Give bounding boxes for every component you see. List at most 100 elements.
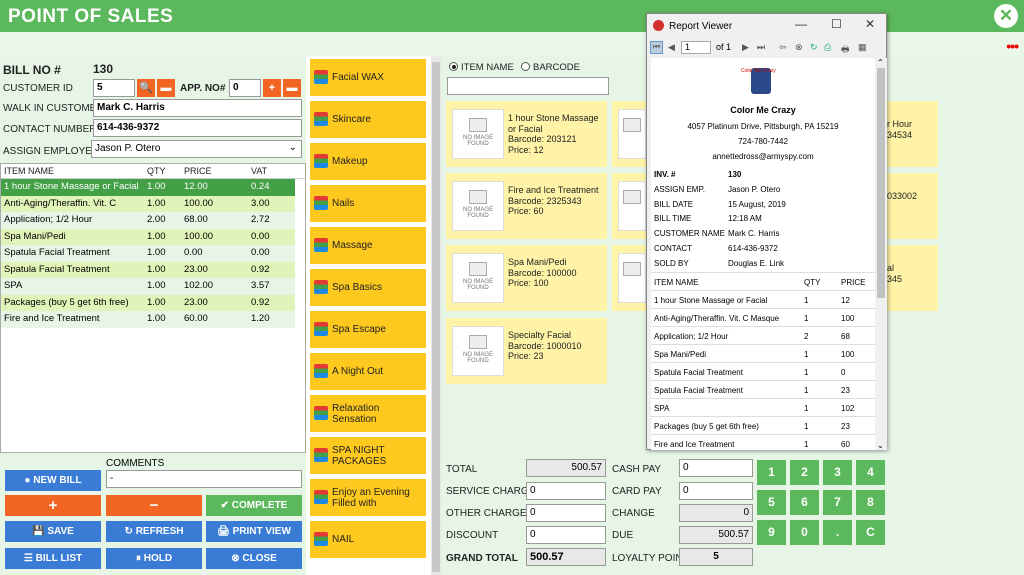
scrollbar-thumb[interactable] [432, 62, 440, 572]
product-card[interactable]: NO IMAGE FOUND Fire and Ice Treatment Barc… [446, 173, 607, 239]
refresh-icon[interactable]: ↻ [810, 42, 818, 53]
keypad-key-6[interactable]: 7 [823, 490, 852, 515]
contact-input[interactable]: 614-436-9372 [93, 119, 302, 137]
print-layout-icon[interactable]: 🖶 [841, 42, 850, 58]
app-no-label: APP. NO# [180, 83, 226, 94]
add-appointment-button[interactable]: + [263, 79, 281, 97]
report-cell: Fire and Ice Treatment [654, 440, 735, 449]
keypad-key-2[interactable]: 3 [823, 460, 852, 485]
report-scrollbar[interactable]: ⌃ ⌄ [875, 58, 887, 450]
table-row[interactable]: SPA 1.00 102.00 3.57 [1, 278, 295, 295]
table-row[interactable]: Anti-Aging/Theraffin. Vit. C 1.00 100.00 3.… [1, 195, 295, 212]
complete-button[interactable]: ✔ COMPLETE [206, 495, 302, 516]
appointment-folder-icon[interactable]: ▬ [283, 79, 301, 97]
product-card[interactable]: NO IMAGE FOUND Specialty Facial Barcode: 1… [446, 318, 607, 384]
category-button[interactable]: Massage [310, 227, 426, 264]
page-setup-icon[interactable]: ▦ [858, 42, 867, 53]
product-card[interactable]: r Hour 34534 [887, 101, 938, 167]
category-button[interactable]: Makeup [310, 143, 426, 180]
category-button[interactable]: Skincare [310, 101, 426, 138]
category-scrollbar[interactable] [431, 56, 441, 575]
new-bill-button[interactable]: ● NEW BILL [5, 470, 101, 491]
service-input[interactable]: 0 [526, 482, 606, 500]
table-row[interactable]: Spatula Facial Treatment 1.00 23.00 0.92 [1, 261, 295, 278]
category-button[interactable]: Spa Escape [310, 311, 426, 348]
save-button[interactable]: 💾 SAVE [5, 521, 101, 542]
product-card[interactable]: 033002 [887, 173, 938, 239]
next-page-icon[interactable]: ▶ [742, 42, 749, 53]
search-customer-button[interactable]: 🔍 [137, 79, 155, 97]
report-toolbar: ⏮ ◀ 1 of 1 ▶ ⏭ ⇦ ⊗ ↻ ⎙ 🖶 ▦ [647, 40, 888, 58]
employee-select[interactable]: Jason P. Otero ⌄ [91, 140, 302, 158]
add-qty-button[interactable]: + [5, 495, 101, 516]
keypad-key-8[interactable]: 9 [757, 520, 786, 545]
back-icon[interactable]: ⇦ [779, 42, 787, 53]
maximize-icon[interactable]: ☐ [831, 17, 842, 31]
keypad-key-1[interactable]: 2 [790, 460, 819, 485]
keypad-key-9[interactable]: 0 [790, 520, 819, 545]
table-cell: Spa Mani/Pedi [4, 230, 66, 242]
print-icon[interactable]: ⎙ [824, 42, 831, 53]
table-row[interactable]: 1 hour Stone Massage or Facial 1.00 12.00 0… [1, 179, 295, 196]
category-button[interactable]: Relaxation Sensation [310, 395, 426, 432]
product-card[interactable] [612, 101, 646, 167]
category-button[interactable]: Facial WAX [310, 59, 426, 96]
keypad-key-3[interactable]: 4 [856, 460, 885, 485]
keypad-key-11[interactable]: C [856, 520, 885, 545]
table-row[interactable]: Packages (buy 5 get 6th free) 1.00 23.00 0.… [1, 294, 295, 311]
keypad-key-5[interactable]: 6 [790, 490, 819, 515]
product-search-input[interactable] [447, 77, 609, 95]
product-card[interactable] [612, 173, 646, 239]
table-row[interactable]: Fire and Ice Treatment 1.00 60.00 1.20 [1, 311, 295, 328]
customer-id-input[interactable]: 5 [93, 79, 135, 97]
product-card[interactable] [612, 245, 646, 311]
cash-input[interactable]: 0 [679, 459, 753, 477]
product-card[interactable]: al 345 [887, 245, 938, 311]
app-no-input[interactable]: 0 [229, 79, 261, 97]
folder-icon[interactable]: ▬ [157, 79, 175, 97]
table-row[interactable]: Application; 1/2 Hour 2.00 68.00 2.72 [1, 212, 295, 229]
minimize-icon[interactable]: — [795, 17, 807, 31]
table-cell: 23.00 [184, 263, 208, 275]
product-card[interactable]: NO IMAGE FOUND 1 hour Stone Massage or Fa… [446, 101, 607, 167]
hold-button[interactable]: ⏸ HOLD [106, 548, 202, 569]
other-input[interactable]: 0 [526, 504, 606, 522]
more-menu-icon[interactable]: ••• [1006, 38, 1019, 54]
table-row[interactable]: Spatula Facial Treatment 1.00 0.00 0.00 [1, 245, 295, 262]
radio-barcode[interactable]: BARCODE [521, 62, 580, 73]
close-button[interactable]: ⊗ CLOSE [206, 548, 302, 569]
keypad-key-4[interactable]: 5 [757, 490, 786, 515]
bill-list-button[interactable]: ☰ BILL LIST [5, 548, 101, 569]
refresh-button[interactable]: ↻ REFRESH [106, 521, 202, 542]
close-icon[interactable]: ✕ [994, 4, 1018, 28]
comments-input[interactable]: - [106, 470, 302, 488]
category-button[interactable]: Nails [310, 185, 426, 222]
scroll-up-icon[interactable]: ⌃ [877, 58, 884, 67]
walk-in-input[interactable]: Mark C. Harris [93, 99, 302, 117]
keypad-key-10[interactable]: . [823, 520, 852, 545]
table-row[interactable]: Spa Mani/Pedi 1.00 100.00 0.00 [1, 228, 295, 245]
prev-page-icon[interactable]: ◀ [668, 42, 675, 53]
radio-item-name[interactable]: ITEM NAME [449, 62, 514, 73]
page-input[interactable]: 1 [681, 41, 711, 54]
report-scroll-thumb[interactable] [877, 68, 885, 298]
print-view-button[interactable]: 🖨 PRINT VIEW [206, 521, 302, 542]
category-button[interactable]: NAIL [310, 521, 426, 558]
keypad-key-0[interactable]: 1 [757, 460, 786, 485]
discount-input[interactable]: 0 [526, 526, 606, 544]
category-button[interactable]: Spa Basics [310, 269, 426, 306]
report-row: SPA 1 102 [651, 398, 875, 416]
card-input[interactable]: 0 [679, 482, 753, 500]
category-button[interactable]: A Night Out [310, 353, 426, 390]
category-button[interactable]: SPA NIGHT PACKAGES [310, 437, 426, 474]
last-page-icon[interactable]: ⏭ [757, 42, 765, 53]
product-card[interactable]: NO IMAGE FOUND Spa Mani/Pedi Barcode: 1000… [446, 245, 607, 311]
stop-icon[interactable]: ⊗ [795, 42, 803, 53]
window-close-icon[interactable]: ✕ [865, 17, 875, 31]
category-button[interactable]: Enjoy an Evening Filled with [310, 479, 426, 516]
keypad-key-7[interactable]: 8 [856, 490, 885, 515]
remove-qty-button[interactable]: − [106, 495, 202, 516]
category-list: Facial WAX Skincare Makeup Nails Massage Spa … [307, 56, 429, 575]
scroll-down-icon[interactable]: ⌄ [877, 441, 884, 450]
first-page-icon[interactable]: ⏮ [650, 41, 663, 54]
